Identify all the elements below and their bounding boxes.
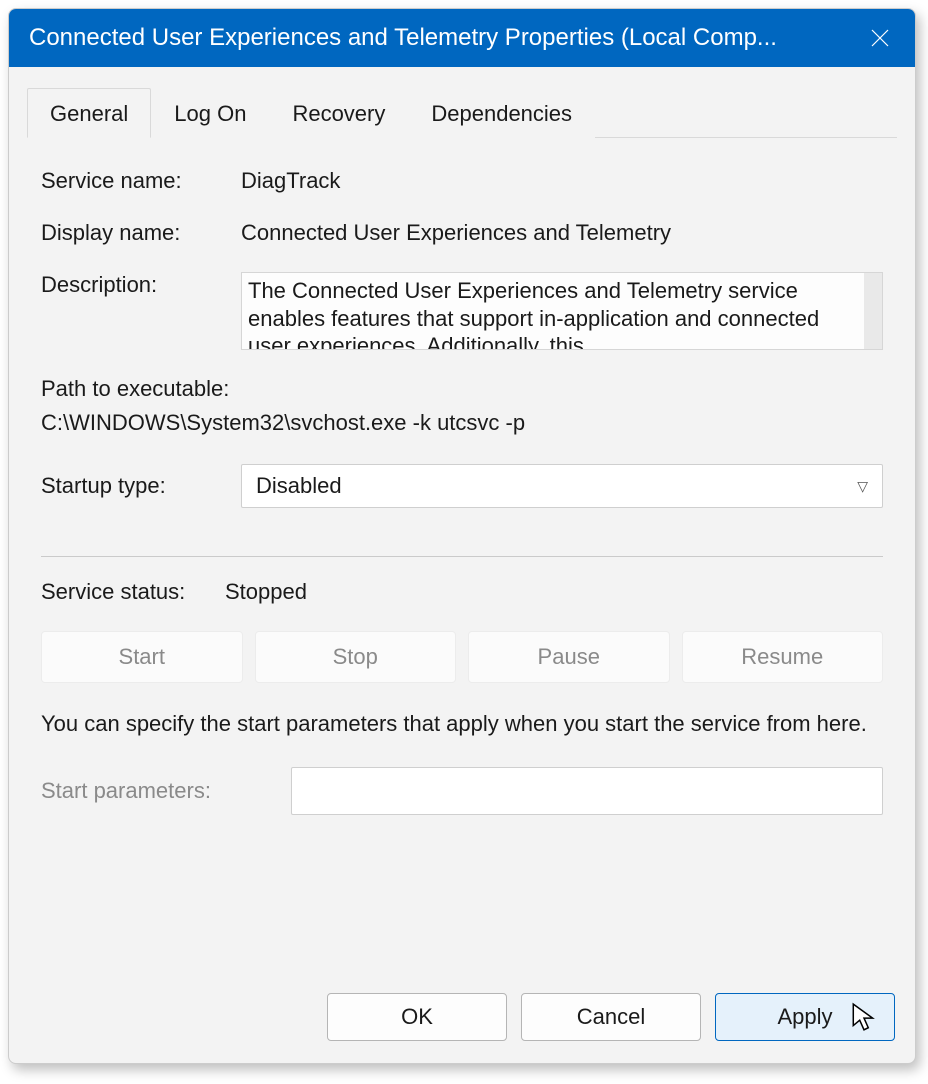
startup-type-value: Disabled [256,473,342,499]
divider [41,556,883,557]
stop-button: Stop [255,631,457,683]
path-value: C:\WINDOWS\System32\svchost.exe -k utcsv… [41,410,883,436]
description-box[interactable]: The Connected User Experiences and Telem… [241,272,883,350]
resume-button: Resume [682,631,884,683]
start-button: Start [41,631,243,683]
close-icon [870,28,890,48]
service-name-label: Service name: [41,168,241,194]
start-parameters-label: Start parameters: [41,778,291,804]
tab-strip: General Log On Recovery Dependencies [27,87,897,138]
window-title: Connected User Experiences and Telemetry… [29,24,845,52]
ok-button[interactable]: OK [327,993,507,1041]
display-name-value: Connected User Experiences and Telemetry [241,220,883,246]
cancel-button[interactable]: Cancel [521,993,701,1041]
service-status-value: Stopped [225,579,883,605]
dialog-footer: OK Cancel Apply [9,977,915,1063]
pause-button: Pause [468,631,670,683]
service-properties-dialog: Connected User Experiences and Telemetry… [8,8,916,1064]
chevron-down-icon: ▽ [857,478,868,495]
service-name-value: DiagTrack [241,168,883,194]
service-status-label: Service status: [41,579,225,605]
path-label: Path to executable: [41,376,883,402]
start-parameters-hint: You can specify the start parameters tha… [41,709,883,739]
tab-general[interactable]: General [27,88,151,138]
tab-dependencies[interactable]: Dependencies [408,88,595,138]
titlebar: Connected User Experiences and Telemetry… [9,9,915,67]
startup-type-select[interactable]: Disabled ▽ [241,464,883,508]
description-text: The Connected User Experiences and Telem… [248,277,876,350]
apply-button[interactable]: Apply [715,993,895,1041]
startup-type-label: Startup type: [41,473,241,499]
display-name-label: Display name: [41,220,241,246]
close-button[interactable] [845,9,915,67]
description-scrollbar[interactable] [864,273,882,349]
description-label: Description: [41,272,241,298]
start-parameters-input [291,767,883,815]
tab-body-general: Service name: DiagTrack Display name: Co… [27,138,897,967]
dialog-content: General Log On Recovery Dependencies Ser… [9,67,915,977]
tab-log-on[interactable]: Log On [151,88,269,138]
tab-recovery[interactable]: Recovery [269,88,408,138]
